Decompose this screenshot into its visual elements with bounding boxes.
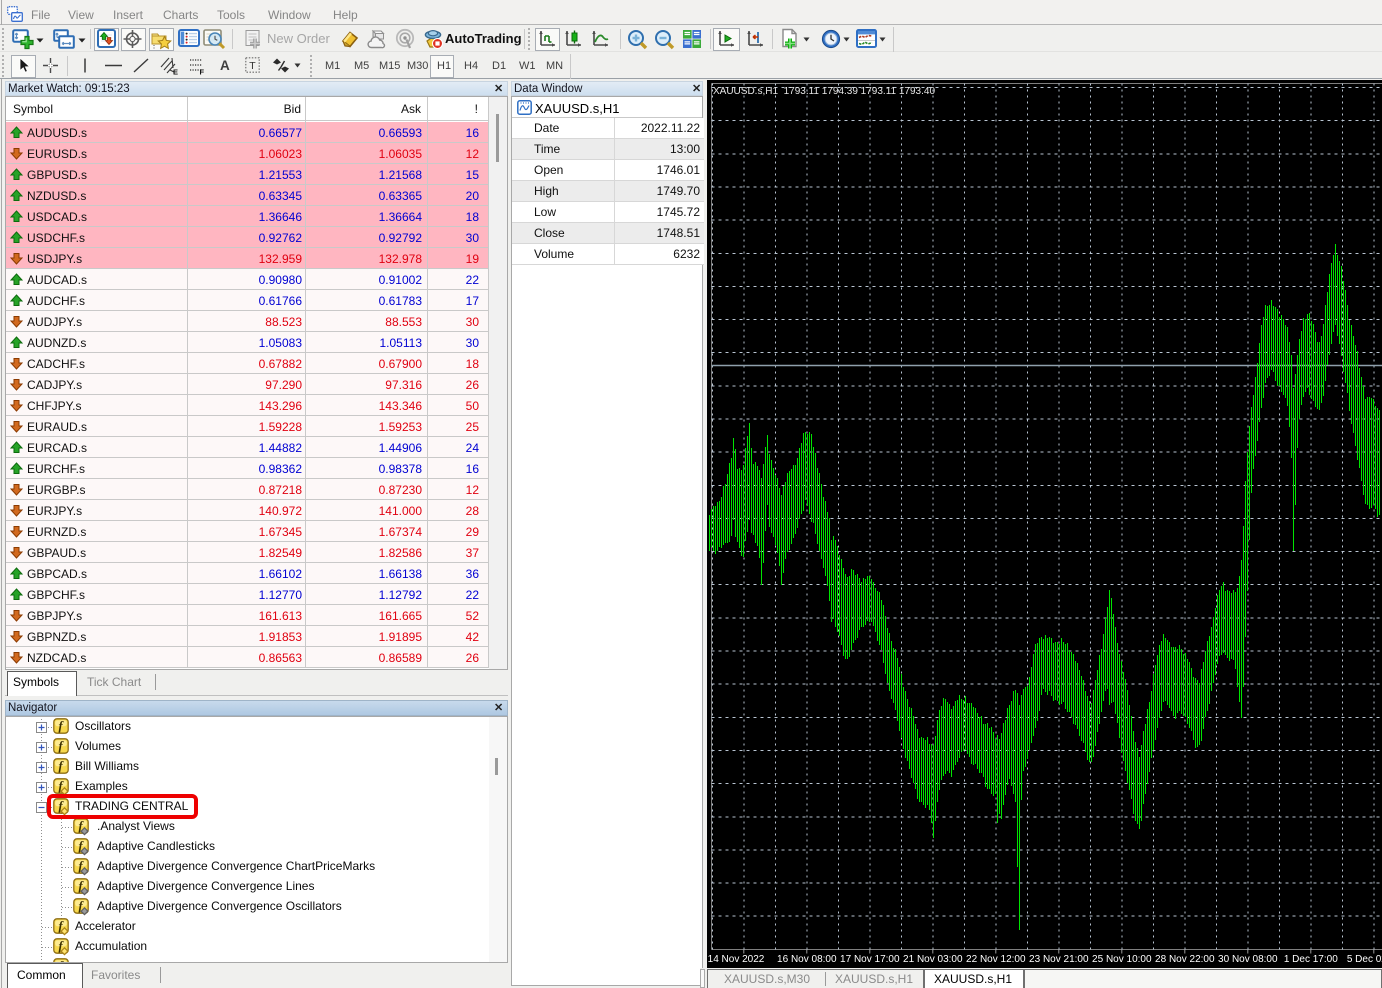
svg-text:E: E: [173, 68, 178, 76]
svg-text:30 Nov 08:00: 30 Nov 08:00: [1218, 954, 1278, 965]
svg-text:14 Nov 2022: 14 Nov 2022: [708, 954, 765, 965]
svg-text:1 Dec 17:00: 1 Dec 17:00: [1284, 954, 1338, 965]
svg-text:23 Nov 21:00: 23 Nov 21:00: [1029, 954, 1089, 965]
svg-text:T: T: [249, 60, 256, 72]
svg-text:5 Dec 02:00: 5 Dec 02:00: [1347, 954, 1382, 965]
svg-text:25 Nov 10:00: 25 Nov 10:00: [1092, 954, 1152, 965]
svg-text:21 Nov 03:00: 21 Nov 03:00: [903, 954, 963, 965]
svg-text:16 Nov 08:00: 16 Nov 08:00: [777, 954, 837, 965]
svg-text:28 Nov 22:00: 28 Nov 22:00: [1155, 954, 1215, 965]
svg-text:XAUUSD.s,H1 1793.11 1794.39 1: XAUUSD.s,H1 1793.11 1794.39 1793.11 1793…: [713, 86, 935, 97]
svg-text:F: F: [200, 68, 205, 76]
svg-text:17 Nov 17:00: 17 Nov 17:00: [840, 954, 900, 965]
svg-text:22 Nov 12:00: 22 Nov 12:00: [966, 954, 1026, 965]
